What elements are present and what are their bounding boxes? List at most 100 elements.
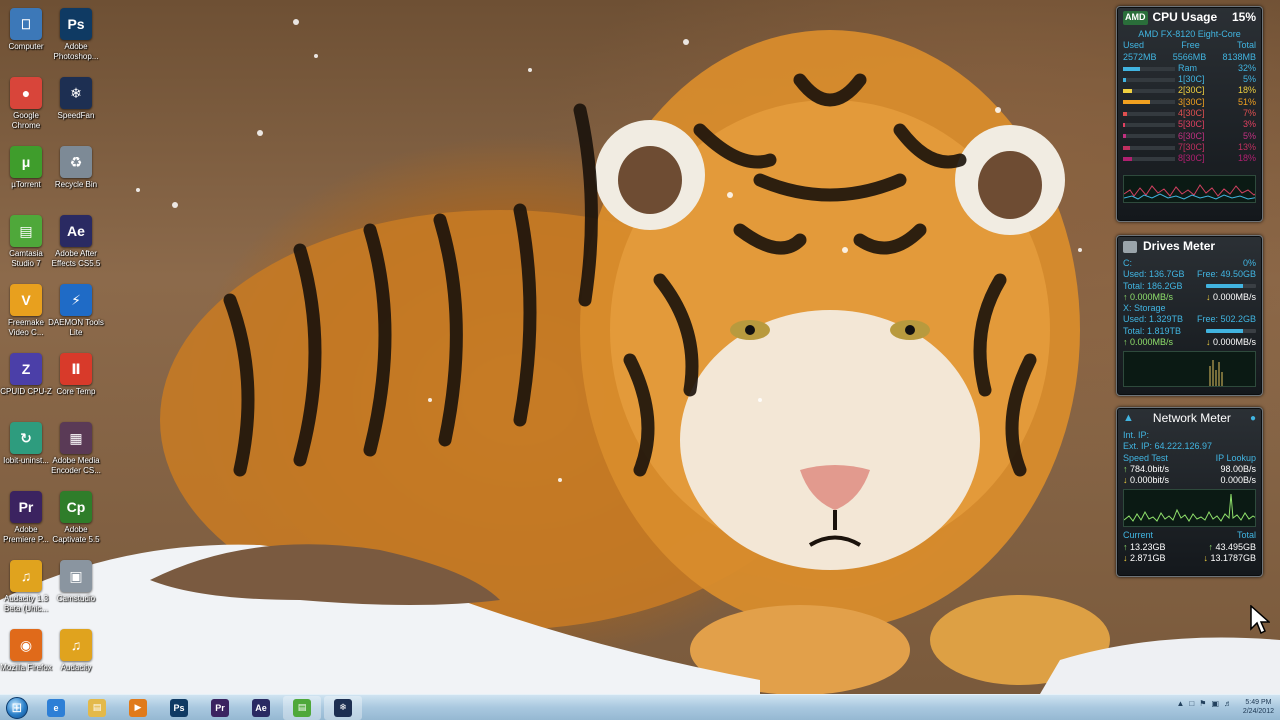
cpu-core-row: 2[30C] 18% (1117, 85, 1262, 96)
download-totals: ↓ 2.871GB ↓ 13.1787GB (1123, 553, 1256, 564)
app-icon: ▣ (60, 560, 92, 592)
tray-monitor-icon[interactable]: ▣ (1211, 699, 1219, 708)
desktop-icon-label: Audacity 1.3 Beta (Unic... (3, 594, 49, 613)
tray-arrow-icon[interactable]: ▲ (1177, 699, 1185, 708)
drives-meter-gadget[interactable]: Drives Meter C: 0% Used: 136.7GB Free: 4… (1116, 235, 1263, 396)
desktop-icon[interactable]: ♻ Recycle Bin (50, 142, 102, 208)
network-history-graph (1123, 489, 1256, 528)
desktop-icon[interactable]: Cp Adobe Captivate 5.5 (50, 487, 102, 553)
desktop-icon[interactable]: Ae Adobe After Effects CS5.5 (50, 211, 102, 277)
tray-flag-icon[interactable]: ⚑ (1199, 699, 1206, 708)
upload-arrow-icon: ↑ (1208, 541, 1213, 552)
tray-network-icon[interactable]: □ (1189, 699, 1194, 708)
cpu-core-bar (1123, 111, 1175, 116)
amd-logo: AMD (1123, 11, 1148, 25)
network-links: Speed Test IP Lookup (1117, 453, 1262, 464)
upload-arrow-icon: ↑ (1123, 463, 1128, 474)
network-meter-gadget[interactable]: ▲ Network Meter ● Int. IP: Ext. IP: 64.2… (1116, 407, 1263, 577)
desktop-icon-label: Audacity (60, 663, 92, 672)
cpu-core-row: 6[30C] 5% (1117, 131, 1262, 142)
cpu-history-graph (1123, 174, 1256, 203)
cpu-core-row: 8[30C] 18% (1117, 153, 1262, 164)
desktop-icon[interactable]: Ⅱ Core Temp (50, 349, 102, 415)
cpu-usage-gadget[interactable]: AMD CPU Usage 15% AMD FX-8120 Eight-Core… (1116, 6, 1263, 222)
upload-arrow-icon: ↑ (1123, 541, 1128, 552)
app-icon: ● (10, 77, 42, 109)
cpu-model: AMD FX-8120 Eight-Core (1138, 29, 1241, 39)
app-icon: ♫ (10, 560, 42, 592)
desktop-icon[interactable]: ▣ Camstudio (50, 556, 102, 622)
memory-headers: Used Free Total (1123, 40, 1256, 51)
desktop-icon[interactable]: ▤ Camtasia Studio 7 (0, 211, 52, 277)
cpu-core-bar (1123, 145, 1175, 150)
drive-c-usage: Used: 136.7GB Free: 49.50GB (1123, 269, 1256, 280)
tray-volume-icon[interactable]: ♬ (1224, 699, 1232, 708)
desktop-icon[interactable]: Pr Adobe Premiere P... (0, 487, 52, 553)
drive-c-header: C: 0% (1123, 258, 1256, 268)
network-history-line (1124, 494, 1255, 523)
ie-icon: e (47, 698, 65, 717)
desktop-icon-label: Core Temp (56, 387, 96, 396)
desktop-icon[interactable]: ❄ SpeedFan (50, 73, 102, 139)
after-effects-icon: Ae (252, 698, 270, 717)
desktop-icon[interactable]: ▦ Adobe Media Encoder CS... (50, 418, 102, 484)
app-icon: Ae (60, 215, 92, 247)
taskbar-after-effects-button[interactable]: Ae (242, 696, 280, 720)
memory-values: 2572MB 5566MB 8138MB (1123, 51, 1256, 62)
taskbar: e ▤ ▶ Ps Pr Ae ▤ ❄ ▲ □ ⚑ ▣ ♬ 5:49 PM 2/24/2012 (0, 694, 1280, 720)
taskbar-media-player-button[interactable]: ▶ (119, 696, 157, 720)
desktop-icon-label: Computer (8, 42, 44, 51)
taskbar-explorer-button[interactable]: ▤ (78, 696, 116, 720)
media-player-icon: ▶ (129, 698, 147, 717)
desktop-icon-label: µTorrent (11, 180, 41, 189)
download-rate: ↓ 0.000bit/s 0.000B/s (1123, 475, 1256, 486)
snowflakes (136, 19, 1082, 482)
ram-usage-row: Ram 32% (1117, 63, 1262, 74)
app-icon: ⚡ (60, 284, 92, 316)
cpu-core-row: 1[30C] 5% (1117, 74, 1262, 85)
desktop-icon[interactable]: μ µTorrent (0, 142, 52, 208)
app-icon: V (10, 284, 42, 316)
desktop-icon[interactable]: ♫ Audacity 1.3 Beta (Unic... (0, 556, 52, 622)
desktop-icon-label: Adobe After Effects CS5.5 (51, 249, 101, 268)
drive-c-bar (1206, 284, 1256, 289)
drive-x-usage: Used: 1.329TB Free: 502.2GB (1123, 314, 1256, 325)
desktop-icon[interactable]: ⎕ Computer (0, 4, 52, 70)
network-gadget-title: Network Meter (1152, 411, 1231, 426)
photoshop-icon: Ps (170, 698, 188, 717)
cpu-history-lines (1124, 183, 1255, 200)
desktop-icon[interactable]: Ps Adobe Photoshop... (50, 4, 102, 70)
app-icon: ▦ (60, 422, 92, 454)
taskbar-camtasia-button[interactable]: ▤ (283, 695, 321, 720)
download-arrow-icon: ↓ (1123, 553, 1128, 564)
download-arrow-icon: ↓ (1203, 553, 1208, 564)
desktop-icon[interactable]: ↻ Iobit-uninst... (0, 418, 52, 484)
desktop-icon-label: Camstudio (56, 594, 96, 603)
desktop-icon-label: Adobe Photoshop... (53, 42, 99, 61)
taskbar-premiere-button[interactable]: Pr (201, 696, 239, 720)
desktop-icon[interactable]: ● Google Chrome (0, 73, 52, 139)
taskbar-photoshop-button[interactable]: Ps (160, 696, 198, 720)
desktop-icon[interactable]: ◉ Mozilla Firefox (0, 625, 52, 691)
desktop-icon-label: SpeedFan (57, 111, 95, 120)
taskbar-speedfan-button[interactable]: ❄ (324, 695, 362, 720)
start-button[interactable] (0, 695, 34, 720)
app-icon: ⎕ (10, 8, 42, 40)
desktop-icon[interactable]: ⚡ DAEMON Tools Lite (48, 280, 104, 346)
desktop-icon[interactable]: V Freemake Video C... (0, 280, 52, 346)
desktop-icon[interactable]: ♫ Audacity (50, 625, 102, 691)
ip-lookup-link[interactable]: IP Lookup (1216, 453, 1256, 464)
app-icon: μ (10, 146, 42, 178)
app-icon: ↻ (10, 422, 42, 454)
desktop-icon[interactable]: Z CPUID CPU-Z (0, 349, 52, 415)
cpu-core-row: 3[30C] 51% (1117, 97, 1262, 108)
desktop-icon-label: Recycle Bin (54, 180, 98, 189)
drive-activity-graph (1123, 351, 1256, 388)
upload-rate: ↑ 784.0bit/s 98.00B/s (1123, 463, 1256, 474)
app-icon: Cp (60, 491, 92, 523)
speed-test-link[interactable]: Speed Test (1123, 453, 1168, 464)
explorer-icon: ▤ (88, 698, 106, 717)
taskbar-ie-button[interactable]: e (37, 696, 75, 720)
taskbar-clock[interactable]: 5:49 PM 2/24/2012 (1243, 698, 1274, 716)
cpu-core-bar (1123, 156, 1175, 161)
